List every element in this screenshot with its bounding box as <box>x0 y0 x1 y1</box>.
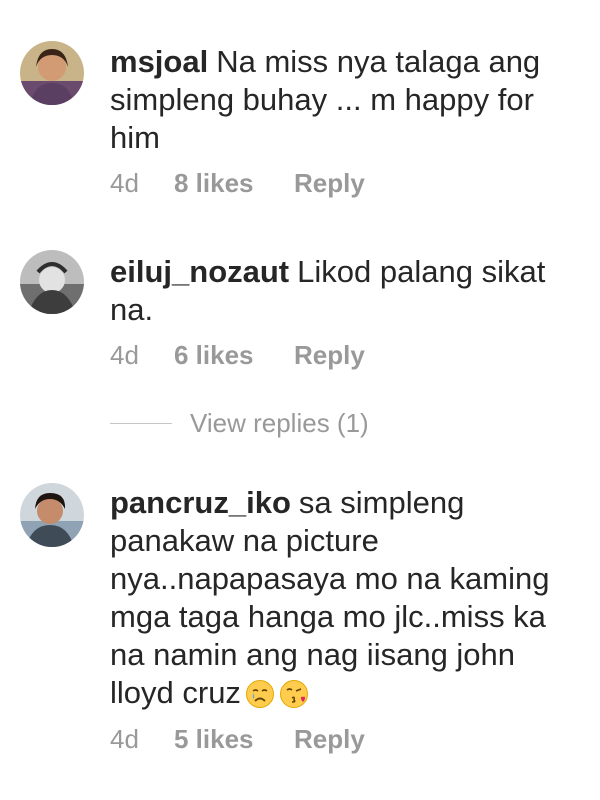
comment-timestamp: 4d <box>110 724 139 754</box>
reply-button[interactable]: Reply <box>294 340 365 371</box>
comment-username[interactable]: pancruz_iko <box>110 485 291 520</box>
user-avatar-icon[interactable] <box>20 250 84 314</box>
comment-likes[interactable]: 5 likes <box>174 724 294 755</box>
comment-text: pancruz_iko sa simpleng panakaw na pictur… <box>110 484 580 718</box>
view-replies-divider <box>110 423 172 424</box>
comment-likes[interactable]: 8 likes <box>174 168 294 199</box>
view-replies-label: View replies (1) <box>190 408 369 438</box>
face-blowing-kiss-icon <box>279 679 309 718</box>
comment-meta: 4d 5 likes Reply <box>110 724 365 755</box>
reply-button[interactable]: Reply <box>294 168 365 199</box>
comment-timestamp: 4d <box>110 168 139 198</box>
user-avatar-icon[interactable] <box>20 483 84 547</box>
view-replies-button[interactable]: View replies (1) <box>110 408 369 439</box>
comment-username[interactable]: eiluj_nozaut <box>110 254 289 289</box>
comment-likes[interactable]: 6 likes <box>174 340 294 371</box>
crying-face-icon <box>245 679 275 718</box>
reply-button[interactable]: Reply <box>294 724 365 755</box>
comment-text: msjoal Na miss nya talaga ang simpleng bu… <box>110 43 580 157</box>
comment-meta: 4d 6 likes Reply <box>110 340 365 371</box>
comment-username[interactable]: msjoal <box>110 44 208 79</box>
user-avatar-icon[interactable] <box>20 41 84 105</box>
comment-text: eiluj_nozaut Likod palang sikat na. <box>110 253 580 329</box>
comment-meta: 4d 8 likes Reply <box>110 168 365 199</box>
comment-timestamp: 4d <box>110 340 139 370</box>
